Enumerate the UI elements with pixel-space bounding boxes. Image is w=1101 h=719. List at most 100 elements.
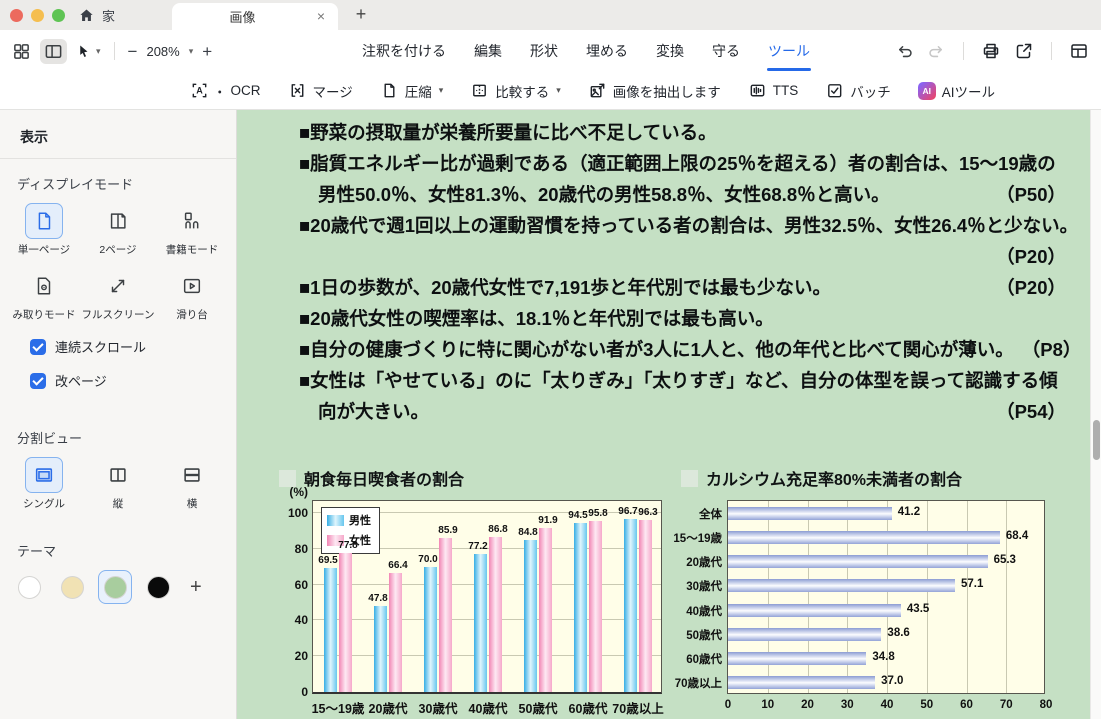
theme-row: + bbox=[12, 570, 236, 604]
gridline bbox=[313, 655, 661, 656]
compress-tool[interactable]: 圧縮 ▾ bbox=[380, 81, 444, 101]
compress-icon bbox=[380, 81, 399, 100]
theme-green[interactable] bbox=[98, 570, 132, 604]
extract-image-tool[interactable]: 画像を抽出します bbox=[588, 81, 721, 101]
document-line: ■脂質エネルギー比が過剰である（適正範囲上限の25％を超える）者の割合は、15～… bbox=[299, 148, 1066, 179]
home-button[interactable]: 家 bbox=[78, 3, 115, 27]
close-window-button[interactable] bbox=[10, 9, 23, 22]
x-axis-tick: 30 bbox=[841, 699, 854, 711]
category-label: 20歳代 bbox=[668, 554, 722, 570]
y-axis-tick: 20 bbox=[280, 649, 308, 663]
batch-label: バッチ bbox=[850, 81, 891, 101]
checkbox-checked-icon[interactable] bbox=[30, 373, 46, 389]
bar-value-label: 77.8 bbox=[328, 540, 368, 551]
minimize-window-button[interactable] bbox=[31, 9, 44, 22]
x-axis-category: 60歳代 bbox=[569, 698, 608, 717]
continuous-scroll-option[interactable]: 連続スクロール bbox=[30, 337, 236, 356]
bar bbox=[728, 604, 901, 617]
theme-white[interactable] bbox=[12, 570, 46, 604]
document-page[interactable]: ■野菜の摂取量が栄養所要量に比べ不足している。 ■脂質エネルギー比が過剰である（… bbox=[237, 110, 1090, 719]
document-line: （P20） bbox=[299, 241, 1066, 272]
menu-protect[interactable]: 守る bbox=[710, 38, 742, 64]
menu-bar: 注釈を付ける 編集 形状 埋める 変換 守る ツール bbox=[360, 30, 812, 72]
merge-icon bbox=[288, 81, 307, 100]
bar-value-label: 65.3 bbox=[994, 554, 1016, 566]
split-single-icon bbox=[32, 464, 56, 486]
mode-book[interactable]: 書籍モード bbox=[155, 203, 229, 257]
split-vertical[interactable]: 縦 bbox=[81, 457, 155, 511]
category-label: 15～19歳 bbox=[668, 530, 722, 546]
split-horizontal[interactable]: 横 bbox=[155, 457, 229, 511]
category-label: 50歳代 bbox=[668, 627, 722, 643]
theme-sepia[interactable] bbox=[55, 570, 89, 604]
menu-convert[interactable]: 変換 bbox=[654, 38, 686, 64]
new-tab-button[interactable]: + bbox=[351, 4, 371, 25]
zoom-dropdown-icon[interactable]: ▾ bbox=[189, 46, 194, 57]
merge-tool[interactable]: マージ bbox=[288, 81, 353, 101]
menu-tools[interactable]: ツール bbox=[766, 38, 812, 64]
document-line: ■女性は「やせている」のに「太りぎみ」「太りすぎ」など、自分の体型を誤って認識す… bbox=[299, 365, 1066, 396]
tab-image[interactable]: 画像 × bbox=[172, 3, 338, 30]
category-label: 70歳以上 bbox=[668, 675, 722, 691]
category-label: 40歳代 bbox=[668, 603, 722, 619]
menu-annotate[interactable]: 注釈を付ける bbox=[360, 38, 448, 64]
print-icon[interactable] bbox=[981, 41, 1001, 61]
compare-tool[interactable]: 比較する ▾ bbox=[470, 81, 561, 101]
chart-title-bullet bbox=[681, 470, 698, 487]
undo-icon[interactable] bbox=[895, 42, 914, 61]
sidebar-panel-toggle[interactable] bbox=[40, 39, 67, 64]
add-theme-button[interactable]: + bbox=[190, 576, 202, 599]
ai-tools[interactable]: AI AIツール bbox=[918, 81, 995, 101]
document-text: ■野菜の摂取量が栄養所要量に比べ不足している。 ■脂質エネルギー比が過剰である（… bbox=[299, 117, 1066, 427]
compare-label: 比較する bbox=[495, 81, 549, 101]
theme-dark[interactable] bbox=[141, 570, 175, 604]
maximize-window-button[interactable] bbox=[52, 9, 65, 22]
menu-edit[interactable]: 編集 bbox=[472, 38, 504, 64]
bar bbox=[728, 628, 881, 641]
mode-slideshow[interactable]: 滑り台 bbox=[155, 268, 229, 322]
x-axis-tick: 50 bbox=[920, 699, 933, 711]
batch-tool[interactable]: バッチ bbox=[825, 81, 891, 101]
ocr-icon: A bbox=[190, 81, 209, 100]
split-horizontal-icon bbox=[180, 464, 204, 486]
redo-icon[interactable] bbox=[927, 42, 946, 61]
split-single[interactable]: シングル bbox=[7, 457, 81, 511]
vertical-scrollbar[interactable] bbox=[1090, 110, 1101, 719]
chart-title-bullet bbox=[279, 470, 296, 487]
scrollbar-thumb[interactable] bbox=[1093, 420, 1100, 460]
ocr-tool[interactable]: A ・ OCR bbox=[190, 81, 261, 101]
x-axis-tick: 60 bbox=[960, 699, 973, 711]
thumbnail-grid-icon[interactable] bbox=[12, 42, 31, 61]
display-mode-grid: 単一ページ 2ページ 書籍モード み取りモード フルスクリーン bbox=[7, 203, 236, 322]
breakfast-chart: 朝食毎日喫食者の割合 020406080100(%)男性女性69.577.815… bbox=[279, 466, 679, 694]
category-label: 60歳代 bbox=[668, 651, 722, 667]
page-break-option[interactable]: 改ページ bbox=[30, 371, 236, 390]
zoom-level[interactable]: 208% bbox=[146, 44, 179, 59]
bar-value-label: 43.5 bbox=[907, 603, 929, 615]
zoom-in-button[interactable]: + bbox=[202, 43, 212, 60]
layout-panel-icon[interactable] bbox=[1069, 41, 1089, 61]
share-export-icon[interactable] bbox=[1014, 41, 1034, 61]
bar-value-label: 57.1 bbox=[961, 578, 983, 590]
tts-tool[interactable]: TTS bbox=[748, 81, 799, 100]
two-page-icon bbox=[107, 210, 129, 232]
mode-two-page[interactable]: 2ページ bbox=[81, 203, 155, 257]
checkbox-checked-icon[interactable] bbox=[30, 339, 46, 355]
menu-fill[interactable]: 埋める bbox=[584, 38, 630, 64]
select-cursor-tool[interactable]: ▾ bbox=[76, 43, 101, 60]
slideshow-icon bbox=[181, 275, 203, 297]
menu-shape[interactable]: 形状 bbox=[528, 38, 560, 64]
compress-label: 圧縮 bbox=[405, 81, 432, 101]
mode-fullscreen[interactable]: フルスクリーン bbox=[81, 268, 155, 322]
extract-image-label: 画像を抽出します bbox=[613, 81, 721, 101]
bar-value-label: 96.3 bbox=[628, 507, 668, 518]
batch-icon bbox=[825, 81, 844, 100]
theme-label: テーマ bbox=[17, 541, 236, 560]
legend-swatch bbox=[327, 515, 344, 526]
zoom-out-button[interactable]: − bbox=[128, 43, 138, 60]
bar bbox=[728, 555, 988, 568]
bar bbox=[339, 553, 352, 692]
tab-close-icon[interactable]: × bbox=[313, 9, 329, 25]
mode-reading[interactable]: み取りモード bbox=[7, 268, 81, 322]
mode-single-page[interactable]: 単一ページ bbox=[7, 203, 81, 257]
